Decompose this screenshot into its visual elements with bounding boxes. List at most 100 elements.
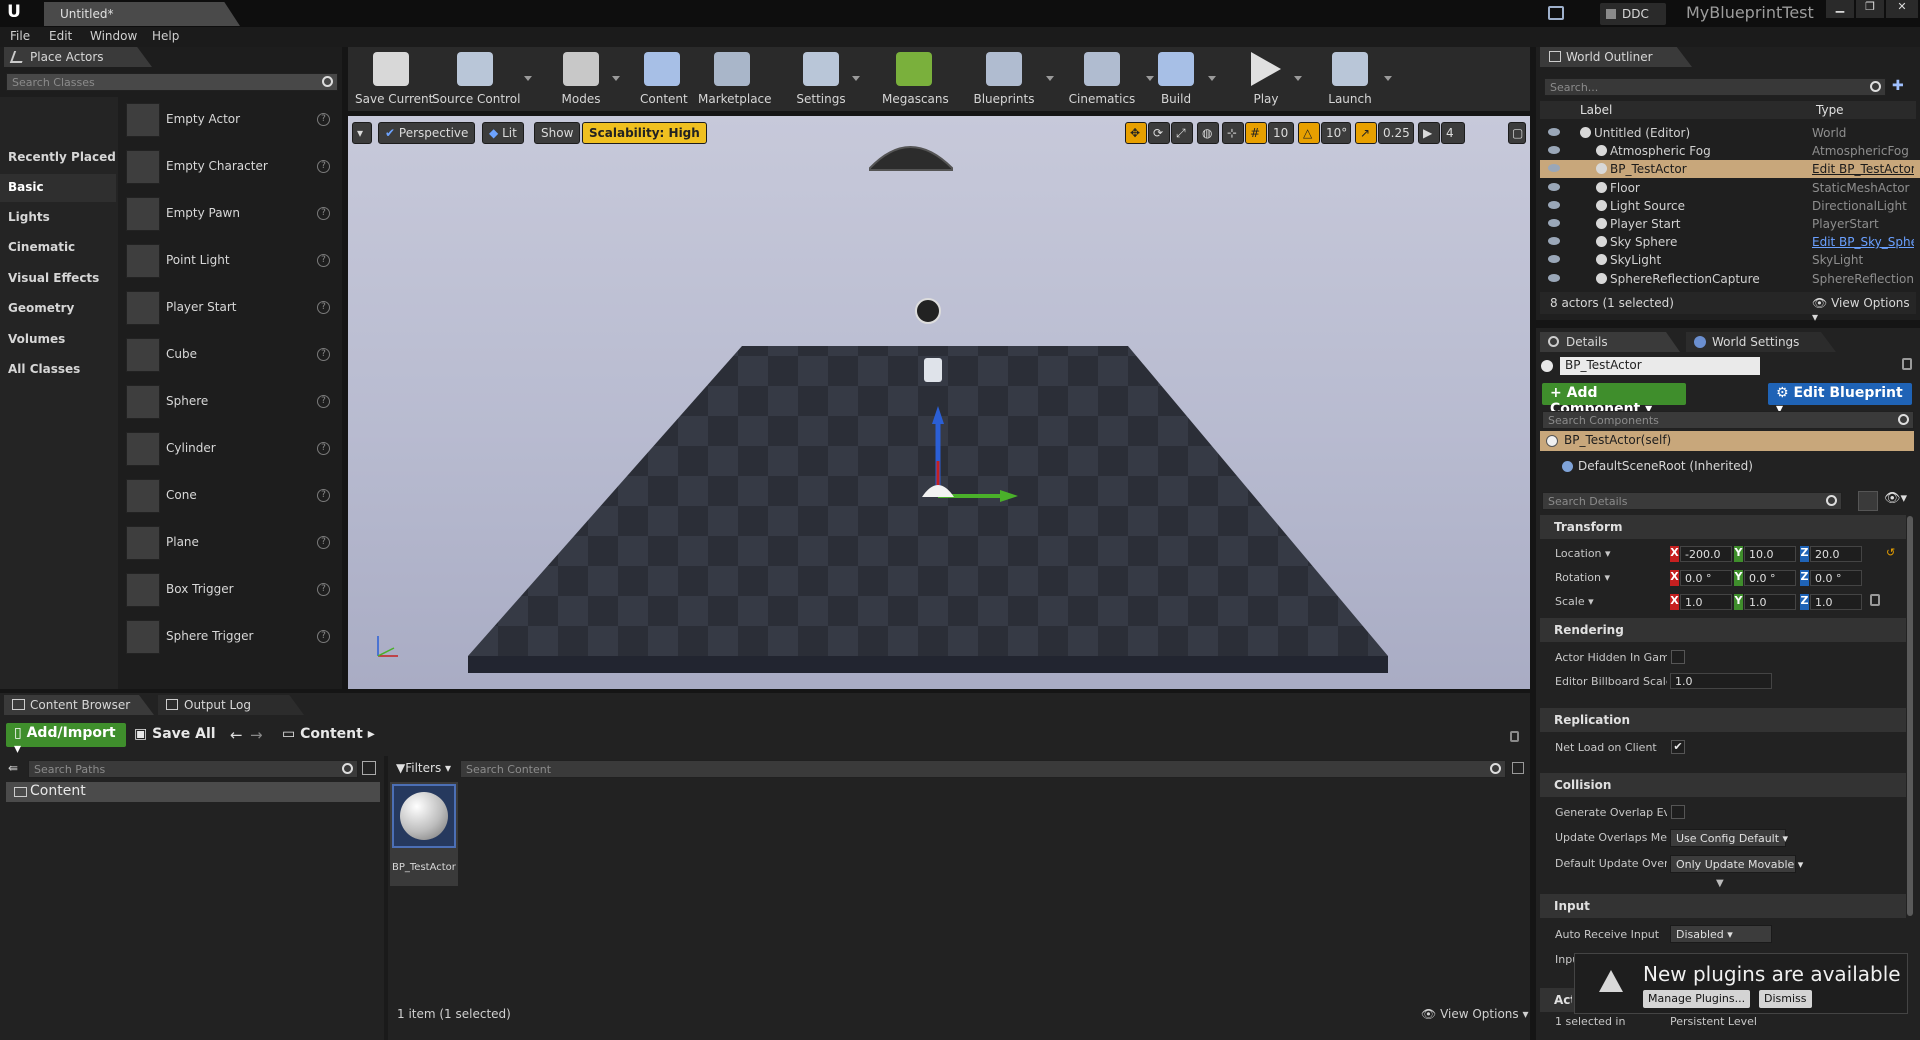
build-button[interactable]: Build	[1150, 50, 1202, 108]
camera-speed-icon[interactable]: ▶	[1418, 122, 1440, 144]
manage-plugins-button[interactable]: Manage Plugins...	[1643, 990, 1751, 1008]
asset-tile[interactable]: BP_TestActor	[390, 782, 458, 886]
outliner-row-type[interactable]: Edit BP_TestActor	[1812, 162, 1914, 176]
collision-section-header[interactable]: Collision	[1540, 773, 1906, 797]
actor-section-header[interactable]: Actor	[1540, 988, 1576, 1012]
scale-snap-value[interactable]: 0.25	[1378, 122, 1414, 144]
rendering-section-header[interactable]: Rendering	[1540, 618, 1906, 642]
search-classes-input[interactable]: Search Classes	[6, 73, 338, 91]
world-settings-tab[interactable]: World Settings	[1686, 332, 1836, 352]
feedback-icon[interactable]	[1548, 6, 1564, 20]
document-tab[interactable]: Untitled*	[44, 2, 240, 26]
search-details-input[interactable]: Search Details	[1542, 492, 1842, 510]
dropdown-arrow-icon[interactable]	[852, 76, 860, 81]
content-settings-icon[interactable]	[1512, 762, 1524, 774]
dropdown-arrow-icon[interactable]	[612, 76, 620, 81]
location-label[interactable]: Location ▾	[1555, 547, 1667, 560]
grid-snap-toggle[interactable]: #	[1245, 122, 1267, 144]
visibility-eye-icon[interactable]	[1548, 237, 1560, 246]
actor-item-empty-pawn[interactable]: Empty Pawn?	[122, 191, 338, 237]
output-log-tab[interactable]: Output Log	[158, 695, 304, 715]
content-button[interactable]: Content	[640, 50, 688, 108]
dropdown-arrow-icon[interactable]	[1208, 76, 1216, 81]
help-icon[interactable]: ?	[317, 442, 330, 455]
filters-button[interactable]: ▼Filters ▾	[396, 761, 451, 775]
ddc-indicator[interactable]: DDC	[1600, 3, 1666, 25]
rotation-label[interactable]: Rotation ▾	[1555, 571, 1667, 584]
settings-button[interactable]: Settings	[796, 50, 846, 108]
actor-item-empty-character[interactable]: Empty Character?	[122, 144, 338, 190]
actor-item-plane[interactable]: Plane?	[122, 520, 338, 566]
cinematics-button[interactable]: Cinematics	[1064, 50, 1140, 108]
generate-overlap-checkbox[interactable]	[1671, 805, 1685, 819]
viewport-options-button[interactable]: ▾	[352, 122, 372, 144]
translate-tool-button[interactable]: ✥	[1125, 122, 1147, 144]
outliner-add-filter-icon[interactable]: ✚	[1892, 78, 1908, 94]
actor-item-player-start[interactable]: Player Start?	[122, 285, 338, 331]
visibility-eye-icon[interactable]	[1548, 128, 1560, 136]
help-icon[interactable]: ?	[317, 348, 330, 361]
outliner-col-type[interactable]: Type	[1816, 103, 1844, 117]
marketplace-button[interactable]: Marketplace	[698, 50, 772, 108]
actor-item-sphere[interactable]: Sphere?	[122, 379, 338, 425]
content-view-options[interactable]: 👁 View Options ▾	[1421, 1007, 1529, 1021]
content-tree-root[interactable]: Content	[6, 782, 380, 802]
component-self-row[interactable]: BP_TestActor(self)	[1540, 431, 1914, 451]
dismiss-button[interactable]: Dismiss	[1759, 990, 1812, 1008]
unreal-logo-icon[interactable]: U	[4, 2, 24, 24]
visibility-eye-icon[interactable]	[1548, 200, 1560, 209]
save-current-button[interactable]: Save Current	[355, 50, 433, 108]
actor-item-cube[interactable]: Cube?	[122, 332, 338, 378]
outliner-row[interactable]: SkyLight SkyLight	[1540, 251, 1920, 269]
place-actors-tab[interactable]: Place Actors	[4, 47, 152, 67]
grid-snap-value[interactable]: 10	[1268, 122, 1294, 144]
scale-y-input[interactable]: 1.0	[1744, 594, 1796, 610]
add-import-button[interactable]: ▯ Add/Import ▾	[6, 723, 126, 757]
outliner-row[interactable]: Sky Sphere Edit BP_Sky_Sphere	[1540, 233, 1920, 251]
paths-splitter[interactable]	[384, 756, 388, 1040]
billboard-scale-input[interactable]: 1.0	[1670, 673, 1772, 689]
launch-button[interactable]: Launch	[1322, 50, 1378, 108]
outliner-row[interactable]: BP_TestActor Edit BP_TestActor	[1540, 160, 1920, 179]
scale-lock-icon[interactable]	[1870, 594, 1880, 606]
outliner-row[interactable]: Atmospheric Fog AtmosphericFog	[1540, 142, 1920, 160]
property-matrix-icon[interactable]	[1858, 491, 1878, 511]
outliner-search-input[interactable]: Search...	[1544, 78, 1886, 96]
megascans-button[interactable]: Megascans	[882, 50, 949, 108]
edit-blueprint-button[interactable]: ⚙ Edit Blueprint ▾	[1768, 383, 1912, 417]
rotate-tool-button[interactable]: ⟳	[1148, 122, 1170, 144]
level-viewport[interactable]: ▾ ✔ Perspective ◆ Lit Show Scalability: …	[348, 116, 1530, 689]
actor-name-field[interactable]: BP_TestActor	[1560, 357, 1760, 375]
outliner-row[interactable]: Untitled (Editor) World	[1540, 124, 1920, 142]
collapse-paths-icon[interactable]: ⇚	[8, 761, 24, 775]
search-content-input[interactable]: Search Content	[460, 760, 1506, 778]
details-tab[interactable]: Details	[1540, 332, 1680, 352]
update-overlaps-dropdown[interactable]: Use Config Default ▾	[1670, 829, 1788, 847]
actor-item-cone[interactable]: Cone?	[122, 473, 338, 519]
input-section-header[interactable]: Input	[1540, 894, 1906, 918]
eye-visibility-icon[interactable]: 👁▾	[1884, 491, 1914, 511]
outliner-row-type[interactable]: Edit BP_Sky_Sphere	[1812, 235, 1914, 249]
visibility-eye-icon[interactable]	[1548, 164, 1560, 173]
menu-file[interactable]: File	[10, 29, 30, 43]
outliner-row[interactable]: Floor StaticMeshActor	[1540, 179, 1920, 197]
maximize-button[interactable]: ❐	[1856, 0, 1884, 18]
outliner-view-options[interactable]: 👁 View Options ▾	[1812, 296, 1916, 324]
search-paths-input[interactable]: Search Paths	[28, 760, 358, 778]
scale-snap-toggle[interactable]: ↗	[1355, 122, 1377, 144]
lock-icon[interactable]	[1510, 731, 1519, 742]
outliner-row[interactable]: SphereReflectionCapture SphereReflectionC…	[1540, 270, 1920, 288]
rotation-snap-value[interactable]: 10°	[1321, 122, 1351, 144]
close-button[interactable]: ✕	[1886, 0, 1918, 18]
dropdown-arrow-icon[interactable]	[1046, 76, 1054, 81]
actor-hidden-checkbox[interactable]	[1671, 650, 1685, 664]
help-icon[interactable]: ?	[317, 113, 330, 126]
outliner-row[interactable]: Player Start PlayerStart	[1540, 215, 1920, 233]
actor-item-cylinder[interactable]: Cylinder?	[122, 426, 338, 472]
default-update-dropdown[interactable]: Only Update Movable ▾	[1670, 855, 1803, 873]
location-z-input[interactable]: 20.0	[1810, 546, 1862, 562]
menu-edit[interactable]: Edit	[49, 29, 72, 43]
actor-item-box-trigger[interactable]: Box Trigger?	[122, 567, 338, 613]
replication-section-header[interactable]: Replication	[1540, 708, 1906, 732]
content-path-breadcrumb[interactable]: ▭ Content ▸	[282, 726, 375, 742]
